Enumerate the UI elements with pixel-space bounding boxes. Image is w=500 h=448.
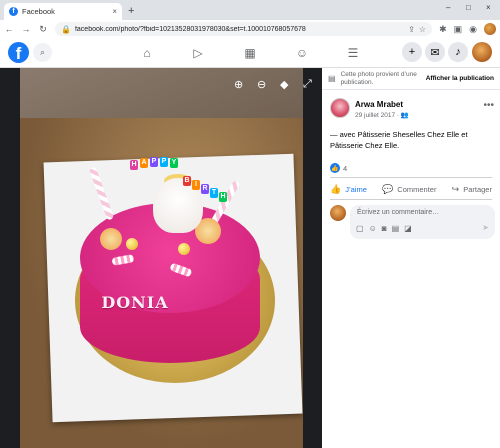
extensions-icon[interactable]: ✱ xyxy=(439,24,447,35)
url-text: facebook.com/photo/?fbid=102135280319780… xyxy=(74,25,306,33)
emoji-icon[interactable]: ☺ xyxy=(369,224,377,233)
more-options-icon[interactable]: ••• xyxy=(483,100,494,111)
share-arrow-icon: ↪ xyxy=(451,183,460,194)
post-date[interactable]: 29 juillet 2017 · 👥 xyxy=(355,111,409,119)
gif-icon[interactable]: ▤ xyxy=(392,224,400,233)
window-close-icon[interactable]: × xyxy=(486,3,491,12)
sticker-icon[interactable]: ◪ xyxy=(404,224,412,233)
comment-label: Commenter xyxy=(397,184,437,194)
share-button[interactable]: ↪ Partager xyxy=(452,181,492,197)
sidebar-icon[interactable]: ▣ xyxy=(454,24,463,35)
candle-letter: I xyxy=(192,180,200,190)
send-icon[interactable]: ➤ xyxy=(482,223,489,232)
browser-toolbar: ← → ↻ 🔒 facebook.com/photo/?fbid=1021352… xyxy=(0,20,500,38)
forward-icon[interactable]: → xyxy=(21,24,31,34)
post-actions: 👍 J’aime 💬 Commenter ↪ Partager xyxy=(330,181,492,197)
address-bar[interactable]: 🔒 facebook.com/photo/?fbid=1021352803197… xyxy=(55,22,433,36)
post-side-panel: ▤ Cette photo provient d’une publication… xyxy=(322,68,500,448)
comment-composer: Écrivez un commentaire… ▢ ☺ ◙ ▤ ◪ ➤ xyxy=(330,205,495,239)
post-header: Arwa Mrabet 29 juillet 2017 · 👥 ••• xyxy=(330,98,494,122)
tag-icon[interactable]: ◆ xyxy=(280,78,288,91)
bookmark-star-icon[interactable]: ☆ xyxy=(419,25,426,34)
tab-strip: f Facebook × + – □ × xyxy=(0,0,500,20)
browser-chrome: f Facebook × + – □ × ← → ↻ 🔒 facebook.co… xyxy=(0,0,500,38)
lollipop xyxy=(100,228,122,250)
groups-icon[interactable]: ☺ xyxy=(294,45,310,61)
facebook-navbar: f ⌕ ⌂ ▷ ▦ ☺ ☰ + ✉ ♪ xyxy=(0,38,500,68)
author-avatar[interactable] xyxy=(330,98,350,118)
tab-close-icon[interactable]: × xyxy=(112,7,117,16)
like-button[interactable]: 👍 J’aime xyxy=(330,181,367,197)
watch-icon[interactable]: ▷ xyxy=(190,45,206,61)
facebook-logo[interactable]: f xyxy=(8,42,29,63)
comment-bubble-icon: 💬 xyxy=(382,183,394,194)
reaction-count: 4 xyxy=(343,163,348,173)
maximize-icon[interactable]: □ xyxy=(466,3,471,12)
post-date-text: 29 juillet 2017 xyxy=(355,112,396,119)
browser-tab[interactable]: f Facebook × xyxy=(4,3,122,20)
like-reaction-icon: 👍 xyxy=(330,163,340,173)
comment-input[interactable]: Écrivez un commentaire… ▢ ☺ ◙ ▤ ◪ ➤ xyxy=(350,205,495,239)
comment-tools: ▢ ☺ ◙ ▤ ◪ xyxy=(356,224,412,233)
candle-letter: T xyxy=(210,188,218,198)
divider xyxy=(330,177,492,178)
minimize-icon[interactable]: – xyxy=(446,3,450,12)
audience-friends-icon: 👥 xyxy=(400,112,409,119)
photo-viewer: H A P P Y B I R T H DONIA ⊕ ⊖ ◆ ⤢ xyxy=(0,68,322,448)
candy-ball xyxy=(178,243,190,255)
account-avatar[interactable] xyxy=(472,42,492,62)
notice-text: Cette photo provient d’une publication. xyxy=(340,71,417,86)
candle-letter: P xyxy=(160,157,168,167)
marketplace-icon[interactable]: ▦ xyxy=(242,45,258,61)
candle-letter: P xyxy=(150,157,158,167)
notifications-bell-icon[interactable]: ♪ xyxy=(448,42,468,62)
browser-profile-avatar[interactable] xyxy=(484,23,496,35)
candle-letter: A xyxy=(140,158,148,168)
share-label: Partager xyxy=(463,184,492,194)
reaction-summary[interactable]: 👍 4 xyxy=(330,163,347,173)
comment-placeholder: Écrivez un commentaire… xyxy=(357,209,440,216)
new-tab-button[interactable]: + xyxy=(128,5,134,17)
candle-letter: R xyxy=(201,184,209,194)
like-label: J’aime xyxy=(345,184,367,194)
source-notice: ▤ Cette photo provient d’une publication… xyxy=(322,68,500,90)
messenger-icon[interactable]: ✉ xyxy=(425,42,445,62)
candle-letter: B xyxy=(183,176,191,186)
camera-icon[interactable]: ◙ xyxy=(382,224,387,233)
post-source-icon: ▤ xyxy=(328,74,336,83)
back-icon[interactable]: ← xyxy=(4,24,14,34)
post-caption: — avec Pâtisserie Sheselles Chez Elle et… xyxy=(330,130,468,150)
zoom-in-icon[interactable]: ⊕ xyxy=(234,78,243,91)
avatar-sticker-icon[interactable]: ▢ xyxy=(356,224,364,233)
reload-icon[interactable]: ↻ xyxy=(38,24,48,35)
thumbs-up-icon: 👍 xyxy=(330,183,342,194)
commenter-avatar[interactable] xyxy=(330,205,346,221)
candle-letter: H xyxy=(219,192,227,202)
fullscreen-icon[interactable]: ⤢ xyxy=(303,78,312,91)
facebook-favicon-icon: f xyxy=(9,7,18,16)
comment-button[interactable]: 💬 Commenter xyxy=(382,181,436,197)
cake-photo[interactable]: H A P P Y B I R T H DONIA xyxy=(20,68,303,448)
author-name[interactable]: Arwa Mrabet xyxy=(355,100,403,109)
zoom-out-icon[interactable]: ⊖ xyxy=(257,78,266,91)
candy-ball xyxy=(126,238,138,250)
view-post-link[interactable]: Afficher la publication xyxy=(426,75,494,82)
divider xyxy=(330,199,492,200)
tab-title: Facebook xyxy=(22,7,55,16)
candle-letter: Y xyxy=(170,158,178,168)
candle-letter: H xyxy=(130,160,138,170)
create-button[interactable]: + xyxy=(402,42,422,62)
search-icon[interactable]: ⌕ xyxy=(33,43,52,62)
profile-icon[interactable]: ◉ xyxy=(469,24,477,35)
cake-name-text: DONIA xyxy=(101,293,169,312)
share-icon[interactable]: ⇪ xyxy=(408,25,415,34)
menu-icon[interactable]: ☰ xyxy=(345,45,361,61)
lock-icon[interactable]: 🔒 xyxy=(61,25,71,34)
home-icon[interactable]: ⌂ xyxy=(139,45,155,61)
